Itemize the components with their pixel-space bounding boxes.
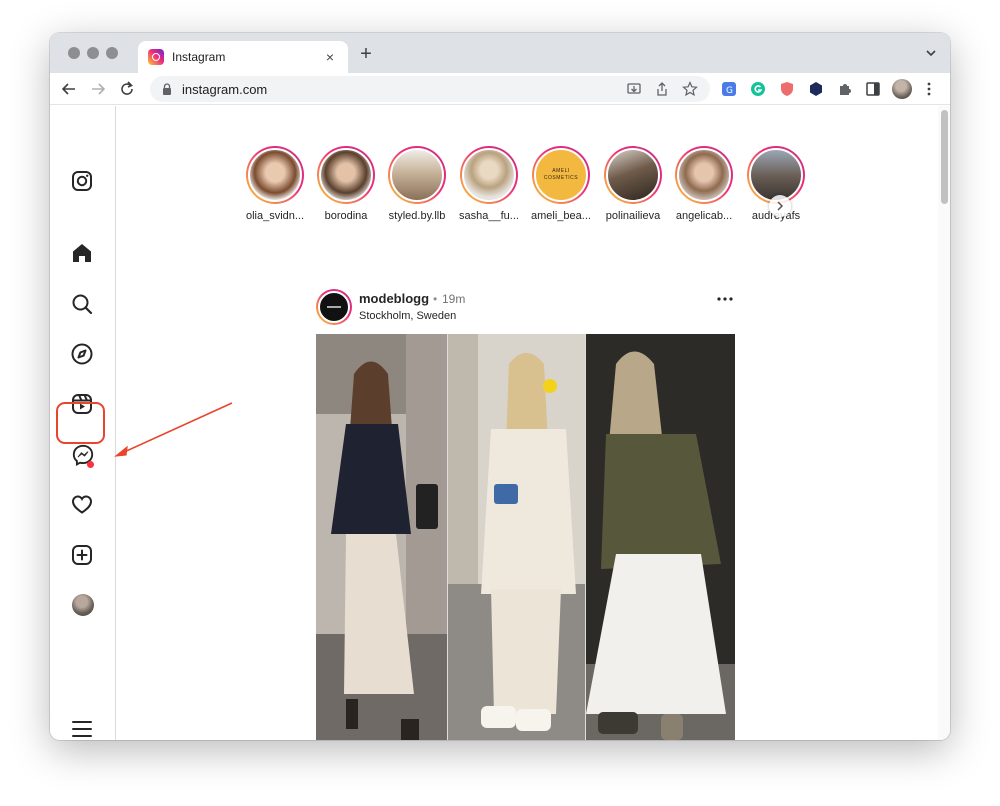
lock-icon <box>163 83 171 95</box>
post-image[interactable] <box>316 334 735 740</box>
hexagon-extension-icon[interactable] <box>808 81 824 97</box>
notifications-heart-icon[interactable] <box>70 492 94 516</box>
messenger-highlight-box <box>56 402 105 444</box>
home-icon[interactable] <box>70 241 94 265</box>
instagram-logo-icon[interactable] <box>70 169 94 193</box>
tab-close-button[interactable]: × <box>322 49 338 65</box>
side-panel-icon[interactable] <box>865 81 881 97</box>
back-arrow-icon[interactable] <box>60 80 78 98</box>
more-menu-icon[interactable] <box>70 717 94 740</box>
reload-icon[interactable] <box>118 80 136 98</box>
story-item[interactable]: borodina <box>310 146 382 222</box>
browser-window: Instagram × + instagram.com G olia_svidn… <box>50 33 950 740</box>
instagram-page: olia_svidn... borodina styled.by.llb sas… <box>50 106 950 740</box>
post-username[interactable]: modeblogg <box>359 291 429 306</box>
instagram-favicon-icon <box>148 49 164 65</box>
story-avatar <box>462 148 516 202</box>
story-username: styled.by.llb <box>388 210 446 222</box>
notification-badge <box>87 461 94 468</box>
create-plus-icon[interactable] <box>70 543 94 567</box>
story-username: olia_svidn... <box>245 210 305 222</box>
browser-profile-avatar[interactable] <box>892 79 912 99</box>
translate-extension-icon[interactable]: G <box>721 81 737 97</box>
story-item[interactable]: polinailieva <box>597 146 669 222</box>
explore-icon[interactable] <box>70 342 94 366</box>
ameli-logo-subtext: COSMETICS <box>543 175 579 181</box>
grammarly-extension-icon[interactable] <box>750 81 766 97</box>
story-avatar <box>606 148 660 202</box>
shield-extension-icon[interactable] <box>779 81 795 97</box>
chevron-down-icon[interactable] <box>924 46 938 60</box>
story-avatar <box>749 148 803 202</box>
story-item[interactable]: AMELI COSMETICS ameli_bea... <box>525 146 597 222</box>
tab-title: Instagram <box>172 50 226 64</box>
post-author-avatar[interactable] <box>316 289 352 325</box>
scrollbar[interactable] <box>938 106 950 740</box>
post-time: 19m <box>442 292 466 306</box>
story-username: borodina <box>324 210 368 222</box>
story-avatar <box>248 148 302 202</box>
story-item[interactable]: sasha__fu... <box>453 146 525 222</box>
svg-text:G: G <box>726 86 733 96</box>
maximize-window-button[interactable] <box>106 47 118 59</box>
chevron-right-icon <box>777 201 784 211</box>
tab-strip: Instagram × + <box>50 33 950 73</box>
browser-toolbar: instagram.com G <box>50 73 950 105</box>
install-app-icon[interactable] <box>626 81 642 97</box>
story-username: ameli_bea... <box>531 210 591 222</box>
browser-tab[interactable]: Instagram × <box>138 41 348 73</box>
scrollbar-thumb[interactable] <box>941 110 948 204</box>
forward-arrow-icon[interactable] <box>89 80 107 98</box>
story-item[interactable]: styled.by.llb <box>381 146 453 222</box>
search-icon[interactable] <box>70 292 94 316</box>
new-tab-button[interactable]: + <box>356 43 376 66</box>
story-username: polinailieva <box>605 210 661 222</box>
ameli-logo-text: AMELI <box>552 168 570 174</box>
address-bar[interactable]: instagram.com <box>150 76 710 102</box>
url-text: instagram.com <box>182 81 268 97</box>
story-avatar: AMELI COSMETICS <box>534 148 588 202</box>
story-avatar <box>319 148 373 202</box>
story-avatar <box>677 148 731 202</box>
post-photo-collage <box>316 334 735 740</box>
kebab-menu-icon[interactable] <box>921 81 937 97</box>
post-options-icon[interactable] <box>716 296 734 302</box>
sidebar <box>50 106 116 740</box>
post-location[interactable]: Stockholm, Sweden <box>359 310 456 322</box>
close-window-button[interactable] <box>68 47 80 59</box>
story-item[interactable]: angelicab... <box>668 146 740 222</box>
profile-avatar[interactable] <box>72 594 94 616</box>
puzzle-extensions-icon[interactable] <box>837 81 853 97</box>
stories-next-button[interactable] <box>769 195 791 217</box>
story-username: sasha__fu... <box>459 210 519 222</box>
story-avatar <box>390 148 444 202</box>
post-separator: • <box>433 292 438 306</box>
story-username: angelicab... <box>675 210 733 222</box>
share-icon[interactable] <box>654 81 670 97</box>
bookmark-star-icon[interactable] <box>682 81 698 97</box>
minimize-window-button[interactable] <box>87 47 99 59</box>
story-item[interactable]: olia_svidn... <box>239 146 311 222</box>
annotation-arrow <box>114 402 233 457</box>
